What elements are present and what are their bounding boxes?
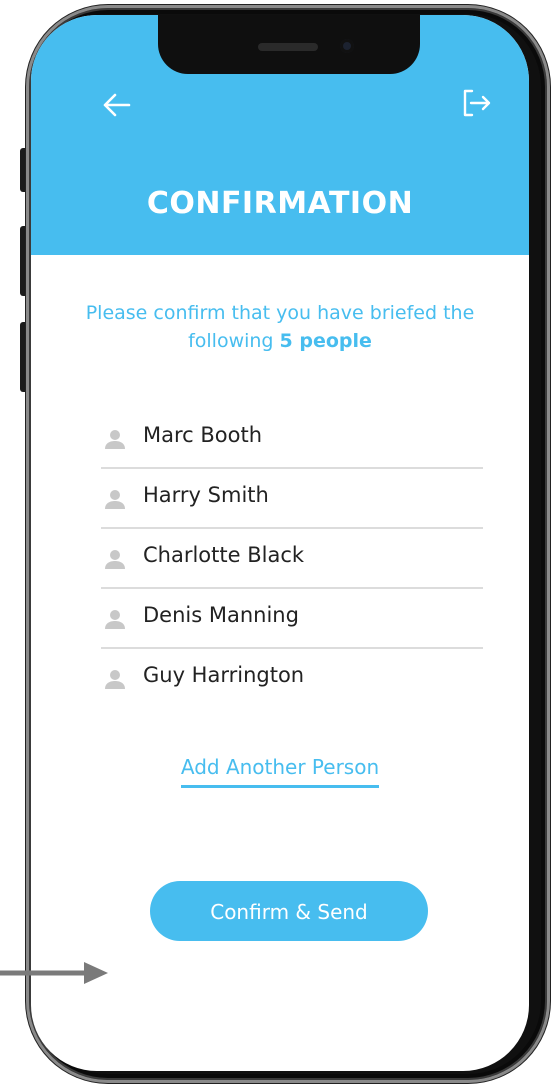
add-another-person-link[interactable]: Add Another Person <box>180 755 380 788</box>
person-icon <box>105 550 125 569</box>
add-person-container: Add Another Person <box>31 755 529 788</box>
people-count: 5 people <box>279 330 372 352</box>
logout-button[interactable] <box>455 83 495 123</box>
person-name: Harry Smith <box>143 483 269 507</box>
header-bar: CONFIRMATION <box>31 15 529 255</box>
logout-icon <box>463 89 491 117</box>
notch <box>158 15 420 74</box>
front-camera <box>340 39 354 53</box>
person-icon <box>105 610 125 629</box>
person-name: Marc Booth <box>143 423 263 447</box>
speaker-grille <box>258 43 318 51</box>
list-item[interactable]: Denis Manning <box>101 589 483 649</box>
person-icon <box>105 670 125 689</box>
person-name: Guy Harrington <box>143 663 305 687</box>
confirm-send-button[interactable]: Confirm & Send <box>150 881 428 941</box>
list-item[interactable]: Charlotte Black <box>101 529 483 589</box>
mockup-stage: CONFIRMATION Please confirm that you hav… <box>0 0 551 1086</box>
phone-screen: CONFIRMATION Please confirm that you hav… <box>31 15 529 1071</box>
arrow-left-icon <box>103 93 131 117</box>
people-list: Marc Booth Harry Smith Charlotte Black D… <box>101 409 483 709</box>
person-name: Charlotte Black <box>143 543 305 567</box>
list-item[interactable]: Guy Harrington <box>101 649 483 709</box>
person-icon <box>105 490 125 509</box>
back-button[interactable] <box>97 85 137 125</box>
person-icon <box>105 430 125 449</box>
pointer-arrow-icon <box>0 962 108 984</box>
page-title: CONFIRMATION <box>146 186 414 221</box>
instruction-text: Please confirm that you have briefed the… <box>51 299 509 355</box>
list-item[interactable]: Marc Booth <box>101 409 483 469</box>
person-name: Denis Manning <box>143 603 299 627</box>
list-item[interactable]: Harry Smith <box>101 469 483 529</box>
